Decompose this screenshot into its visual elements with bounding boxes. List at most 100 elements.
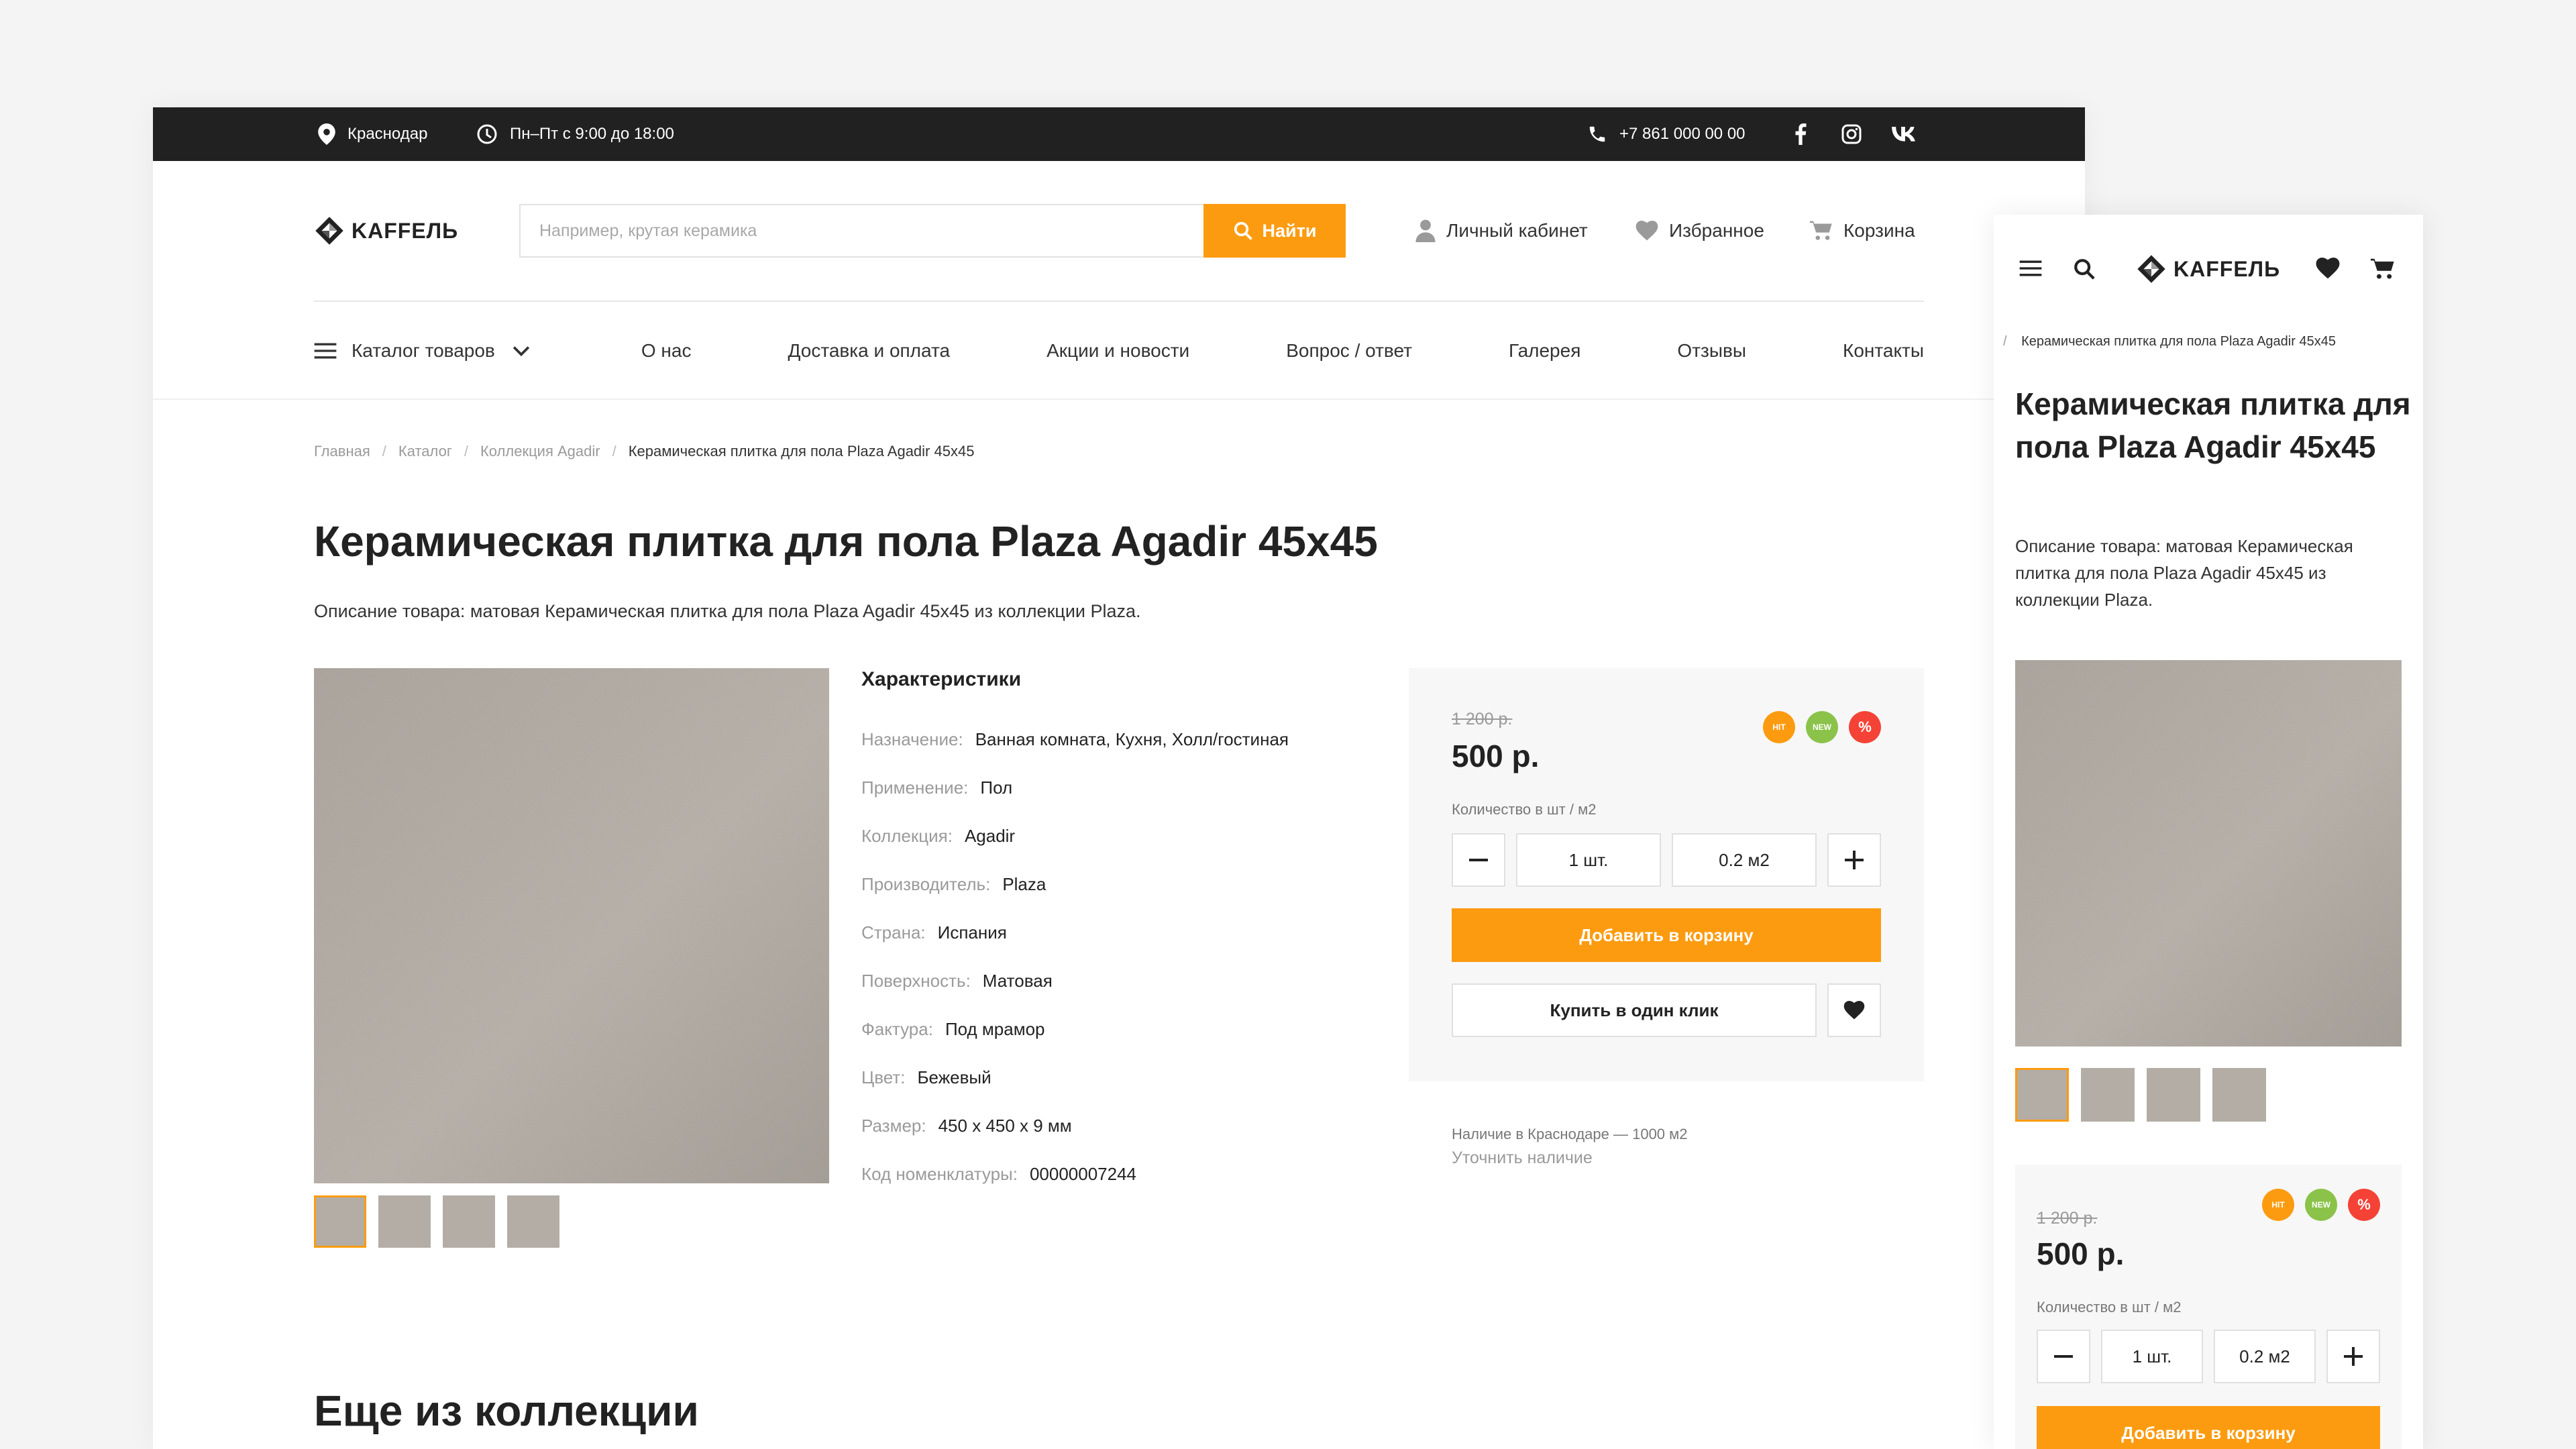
user-icon	[1415, 219, 1436, 242]
availability-text: Наличие в Краснодаре — 1000 м2	[1452, 1126, 1688, 1142]
heart-icon[interactable]	[2316, 258, 2340, 279]
check-availability-link[interactable]: Уточнить наличие	[1452, 1148, 1593, 1168]
characteristic-row: Применение: Пол	[861, 763, 1371, 812]
nav-about[interactable]: О нас	[641, 340, 692, 362]
nav-gallery[interactable]: Галерея	[1509, 340, 1580, 362]
search-input[interactable]	[519, 204, 1203, 258]
clock-icon	[477, 124, 497, 144]
breadcrumb-current: Керамическая плитка для пола Plaza Agadi…	[628, 443, 975, 460]
increase-button[interactable]	[2326, 1330, 2380, 1383]
thumbnail-1[interactable]	[314, 1195, 366, 1248]
quantity-pieces-field[interactable]: 1 шт.	[1516, 833, 1661, 887]
vk-icon	[1892, 127, 1915, 142]
thumbnail-4[interactable]	[2212, 1068, 2266, 1122]
badge-new: NEW	[2305, 1189, 2337, 1221]
badge-new: NEW	[1806, 711, 1838, 743]
characteristic-key: Размер:	[861, 1115, 926, 1136]
nav-reviews[interactable]: Отзывы	[1677, 340, 1746, 362]
characteristic-value: Под мрамор	[945, 1018, 1045, 1039]
quantity-stepper: 1 шт. 0.2 м2	[2037, 1330, 2380, 1383]
nav-divider	[153, 398, 2085, 400]
increase-button[interactable]	[1827, 833, 1881, 887]
quantity-pieces-field[interactable]: 1 шт.	[2101, 1330, 2203, 1383]
quantity-stepper: 1 шт. 0.2 м2	[1452, 833, 1881, 887]
thumbnail-2[interactable]	[378, 1195, 431, 1248]
breadcrumb-separator: /	[612, 443, 616, 460]
phone-link[interactable]: +7 861 000 00 00	[1587, 107, 1746, 161]
add-to-cart-button[interactable]: Добавить в корзину	[1452, 908, 1881, 962]
thumbnail-2[interactable]	[2081, 1068, 2135, 1122]
buy-one-click-button[interactable]: Купить в один клик	[1452, 983, 1817, 1037]
mobile-product-image[interactable]	[2015, 660, 2402, 1046]
mobile-product-description: Описание товара: матовая Керамическая пл…	[2015, 536, 2353, 610]
mobile-thumbnail-strip	[2015, 1068, 2278, 1122]
characteristics: Характеристики Назначение: Ванная комната…	[861, 668, 1371, 1198]
decrease-button[interactable]	[2037, 1330, 2090, 1383]
characteristics-title: Характеристики	[861, 668, 1022, 690]
characteristic-key: Применение:	[861, 777, 969, 798]
main-nav: Каталог товаров О нас Доставка и оплата …	[314, 302, 1924, 400]
cart-link[interactable]: Корзина	[1810, 204, 1915, 258]
characteristic-key: Код номенклатуры:	[861, 1163, 1018, 1184]
logo-text: KAFFEЛЬ	[2174, 256, 2281, 281]
catalog-label: Каталог товаров	[352, 340, 495, 361]
nav-contacts[interactable]: Контакты	[1843, 340, 1924, 362]
badge-hit: HIT	[1763, 711, 1795, 743]
breadcrumb-home[interactable]: Главная	[314, 443, 370, 460]
search-button[interactable]: Найти	[1203, 204, 1346, 258]
instagram-link[interactable]	[1841, 107, 1874, 161]
quantity-m2-field[interactable]: 0.2 м2	[1672, 833, 1817, 887]
more-from-collection-title: Еще из коллекции	[314, 1387, 699, 1435]
cart-icon[interactable]	[2371, 258, 2395, 280]
vk-link[interactable]	[1892, 107, 1928, 161]
thumbnail-1[interactable]	[2015, 1068, 2069, 1122]
product-description: Описание товара: матовая Керамическая пл…	[314, 601, 1141, 621]
hours-label: Пн–Пт с 9:00 до 18:00	[510, 125, 674, 143]
search-icon[interactable]	[2073, 258, 2096, 280]
characteristic-row: Производитель: Plaza	[861, 860, 1371, 908]
badge-sale: %	[1849, 711, 1881, 743]
search-button-label: Найти	[1262, 220, 1317, 241]
characteristic-key: Поверхность:	[861, 970, 971, 991]
page-title: Керамическая плитка для пола Plaza Agadi…	[314, 517, 1378, 566]
thumbnail-3[interactable]	[2147, 1068, 2200, 1122]
characteristic-key: Фактура:	[861, 1018, 933, 1039]
heart-icon	[1635, 221, 1658, 241]
mobile-header: KAFFEЛЬ	[1994, 215, 2423, 315]
characteristic-row: Цвет: Бежевый	[861, 1053, 1371, 1102]
menu-icon[interactable]	[2019, 260, 2042, 276]
breadcrumb-separator: /	[382, 443, 386, 460]
mobile-breadcrumb: / Керамическая плитка для пола Plaza Aga…	[2003, 334, 2336, 350]
nav-promotions[interactable]: Акции и новости	[1046, 340, 1189, 362]
product-badges: HIT NEW %	[1752, 711, 1881, 743]
add-to-favorites-button[interactable]	[1827, 983, 1881, 1037]
quantity-m2-field[interactable]: 0.2 м2	[2214, 1330, 2316, 1383]
quantity-label: Количество в шт / м2	[2037, 1299, 2182, 1316]
logo[interactable]: KAFFEЛЬ	[314, 215, 458, 247]
facebook-link[interactable]	[1794, 107, 1819, 161]
minus-icon	[2054, 1355, 2073, 1358]
mobile-logo[interactable]: KAFFEЛЬ	[2136, 252, 2280, 286]
nav-faq[interactable]: Вопрос / ответ	[1286, 340, 1412, 362]
thumbnail-3[interactable]	[443, 1195, 495, 1248]
nav-delivery[interactable]: Доставка и оплата	[788, 340, 951, 362]
chevron-down-icon	[513, 346, 529, 356]
thumbnail-4[interactable]	[507, 1195, 559, 1248]
city-selector[interactable]: Краснодар	[318, 107, 427, 161]
decrease-button[interactable]	[1452, 833, 1505, 887]
characteristic-value: Пол	[980, 777, 1013, 798]
account-link[interactable]: Личный кабинет	[1415, 204, 1588, 258]
mobile-page-title: Керамическая плитка для пола Plaza Agadi…	[2015, 386, 2411, 464]
characteristic-value: 450 x 450 x 9 мм	[938, 1115, 1072, 1136]
characteristic-row: Код номенклатуры: 00000007244	[861, 1150, 1371, 1198]
product-image[interactable]	[314, 668, 829, 1183]
breadcrumb-collection[interactable]: Коллекция Agadir	[480, 443, 600, 460]
catalog-menu-button[interactable]: Каталог товаров	[314, 340, 545, 362]
favorites-link[interactable]: Избранное	[1635, 204, 1764, 258]
add-to-cart-button[interactable]: Добавить в корзину	[2037, 1406, 2380, 1449]
characteristic-row: Страна: Испания	[861, 908, 1371, 957]
characteristic-key: Коллекция:	[861, 825, 953, 846]
breadcrumb-catalog[interactable]: Каталог	[398, 443, 452, 460]
location-pin-icon	[318, 123, 335, 145]
search-bar: Найти	[519, 204, 1346, 258]
